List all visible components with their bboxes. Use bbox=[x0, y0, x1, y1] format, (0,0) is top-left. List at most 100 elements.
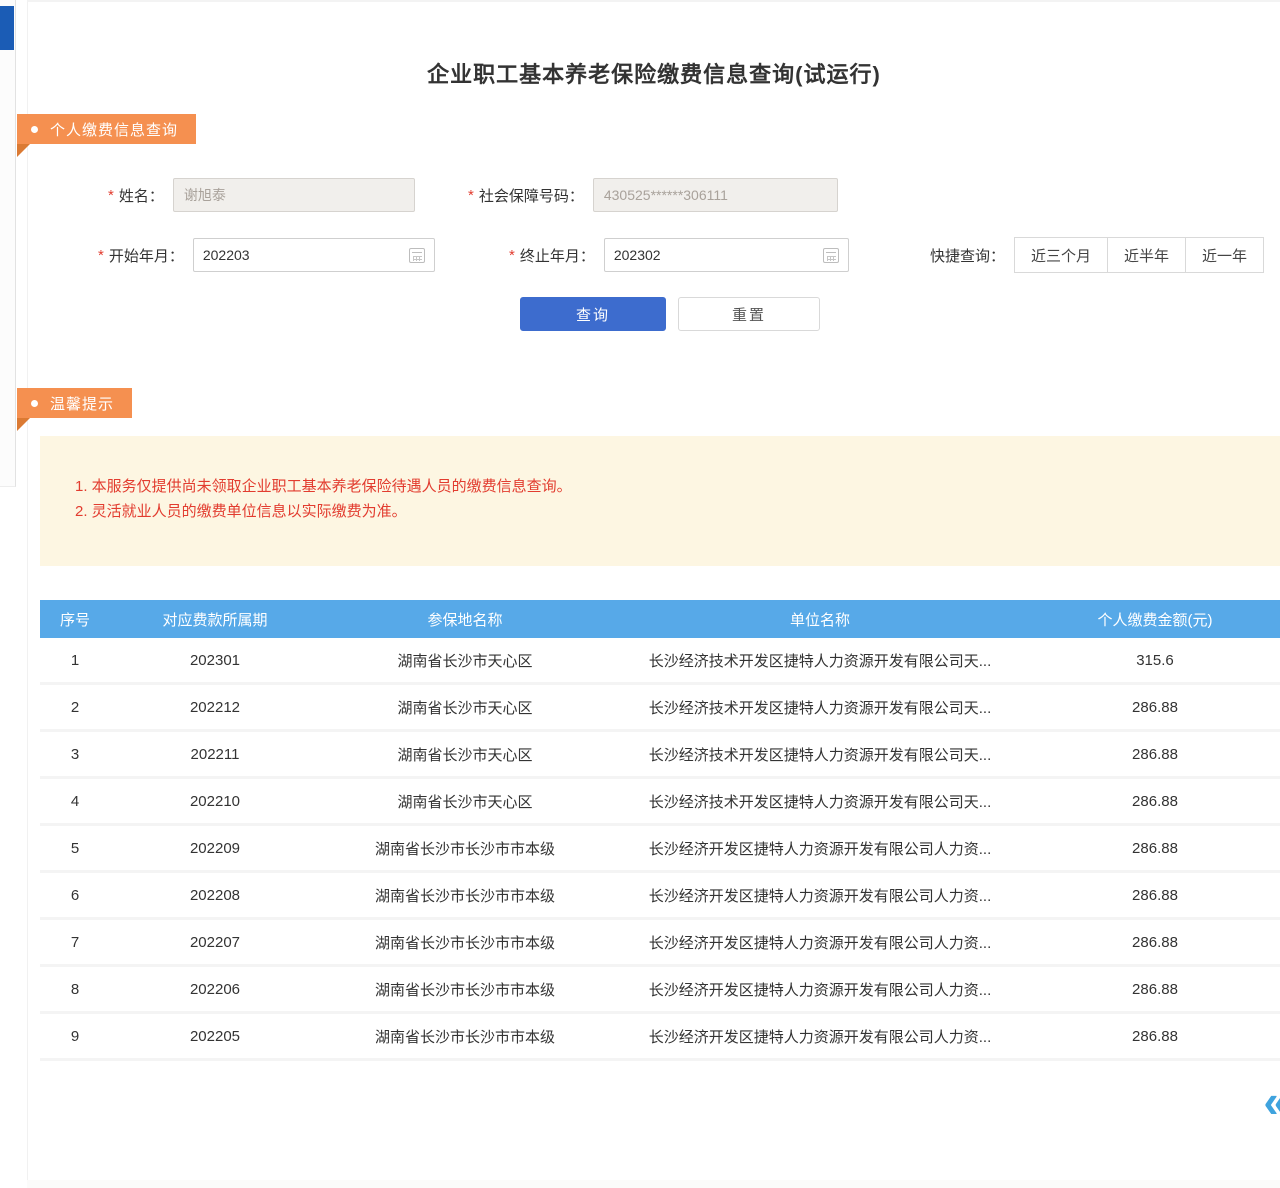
bottom-strip bbox=[27, 1180, 1280, 1188]
required-asterisk: * bbox=[509, 247, 515, 264]
cell-company: 长沙经济技术开发区捷特人力资源开发有限公司天... bbox=[610, 791, 1030, 812]
page-title: 企业职工基本养老保险缴费信息查询(试运行) bbox=[28, 57, 1280, 89]
cell-period: 202207 bbox=[110, 934, 320, 951]
cell-seq: 7 bbox=[40, 934, 110, 951]
cell-seq: 9 bbox=[40, 1028, 110, 1045]
end-month-input[interactable]: 202302 bbox=[604, 238, 849, 272]
ssn-label: 社会保障号码： bbox=[479, 185, 584, 206]
quick-query-label: 快捷查询： bbox=[930, 245, 1005, 266]
collapsed-sidebar-rail bbox=[0, 0, 16, 487]
end-month-field-group: * 终止年月： 202302 bbox=[509, 238, 849, 272]
table-row: 5 202209 湖南省长沙市长沙市市本级 长沙经济开发区捷特人力资源开发有限公… bbox=[40, 826, 1280, 873]
name-input bbox=[173, 178, 415, 212]
bullet-icon bbox=[31, 400, 38, 407]
name-field-group: * 姓名： bbox=[108, 178, 415, 212]
cell-seq: 3 bbox=[40, 746, 110, 763]
table-row: 7 202207 湖南省长沙市长沙市市本级 长沙经济开发区捷特人力资源开发有限公… bbox=[40, 920, 1280, 967]
cell-period: 202205 bbox=[110, 1028, 320, 1045]
section-badge-tips-label: 温馨提示 bbox=[50, 393, 114, 414]
cell-region: 湖南省长沙市天心区 bbox=[320, 791, 610, 812]
notice-box: 1. 本服务仅提供尚未领取企业职工基本养老保险待遇人员的缴费信息查询。 2. 灵… bbox=[40, 436, 1280, 566]
cell-seq: 2 bbox=[40, 699, 110, 716]
table-header-row: 序号 对应费款所属期 参保地名称 单位名称 个人缴费金额(元) bbox=[40, 600, 1280, 638]
calendar-icon[interactable] bbox=[823, 248, 839, 263]
start-month-label: 开始年月： bbox=[109, 245, 184, 266]
cell-amount: 286.88 bbox=[1030, 746, 1280, 763]
table-row: 4 202210 湖南省长沙市天心区 长沙经济技术开发区捷特人力资源开发有限公司… bbox=[40, 779, 1280, 826]
payment-table: 序号 对应费款所属期 参保地名称 单位名称 个人缴费金额(元) 1 202301… bbox=[40, 600, 1280, 1061]
cell-amount: 286.88 bbox=[1030, 699, 1280, 716]
cell-company: 长沙经济开发区捷特人力资源开发有限公司人力资... bbox=[610, 932, 1030, 953]
cell-region: 湖南省长沙市长沙市市本级 bbox=[320, 838, 610, 859]
cell-period: 202209 bbox=[110, 840, 320, 857]
cell-region: 湖南省长沙市天心区 bbox=[320, 697, 610, 718]
cell-period: 202211 bbox=[110, 746, 320, 763]
quick-filter-halfyear-button[interactable]: 近半年 bbox=[1107, 237, 1186, 273]
cell-company: 长沙经济技术开发区捷特人力资源开发有限公司天... bbox=[610, 650, 1030, 671]
quick-query-buttons: 近三个月 近半年 近一年 bbox=[1014, 237, 1264, 273]
cell-region: 湖南省长沙市天心区 bbox=[320, 744, 610, 765]
end-month-label: 终止年月： bbox=[520, 245, 595, 266]
table-row: 6 202208 湖南省长沙市长沙市市本级 长沙经济开发区捷特人力资源开发有限公… bbox=[40, 873, 1280, 920]
table-row: 1 202301 湖南省长沙市天心区 长沙经济技术开发区捷特人力资源开发有限公司… bbox=[40, 638, 1280, 685]
calendar-icon[interactable] bbox=[409, 248, 425, 263]
section-badge-tips: 温馨提示 bbox=[17, 388, 132, 418]
ribbon-fold bbox=[17, 144, 30, 157]
cell-region: 湖南省长沙市长沙市市本级 bbox=[320, 932, 610, 953]
start-month-field-group: * 开始年月： 202203 bbox=[98, 238, 435, 272]
cell-amount: 286.88 bbox=[1030, 1028, 1280, 1045]
start-month-value: 202203 bbox=[203, 247, 250, 263]
reset-button[interactable]: 重置 bbox=[678, 297, 820, 331]
cell-company: 长沙经济开发区捷特人力资源开发有限公司人力资... bbox=[610, 979, 1030, 1000]
cell-amount: 286.88 bbox=[1030, 793, 1280, 810]
section-badge-query: 个人缴费信息查询 bbox=[17, 114, 196, 144]
ribbon-fold bbox=[17, 418, 30, 431]
required-asterisk: * bbox=[108, 187, 114, 204]
cell-amount: 286.88 bbox=[1030, 887, 1280, 904]
cell-period: 202301 bbox=[110, 652, 320, 669]
cell-region: 湖南省长沙市长沙市市本级 bbox=[320, 979, 610, 1000]
table-row: 8 202206 湖南省长沙市长沙市市本级 长沙经济开发区捷特人力资源开发有限公… bbox=[40, 967, 1280, 1014]
table-row: 2 202212 湖南省长沙市天心区 长沙经济技术开发区捷特人力资源开发有限公司… bbox=[40, 685, 1280, 732]
start-month-input[interactable]: 202203 bbox=[193, 238, 435, 272]
cell-period: 202210 bbox=[110, 793, 320, 810]
notice-line-1: 1. 本服务仅提供尚未领取企业职工基本养老保险待遇人员的缴费信息查询。 bbox=[75, 474, 1280, 499]
cell-amount: 286.88 bbox=[1030, 981, 1280, 998]
header-region: 参保地名称 bbox=[320, 609, 610, 630]
notice-line-2: 2. 灵活就业人员的缴费单位信息以实际缴费为准。 bbox=[75, 499, 1280, 524]
header-company: 单位名称 bbox=[610, 609, 1030, 630]
required-asterisk: * bbox=[98, 247, 104, 264]
ssn-field-group: * 社会保障号码： bbox=[468, 178, 838, 212]
section-badge-query-label: 个人缴费信息查询 bbox=[50, 119, 178, 140]
quick-filter-1year-button[interactable]: 近一年 bbox=[1185, 237, 1264, 273]
cell-company: 长沙经济技术开发区捷特人力资源开发有限公司天... bbox=[610, 697, 1030, 718]
cell-company: 长沙经济开发区捷特人力资源开发有限公司人力资... bbox=[610, 1026, 1030, 1047]
table-row: 9 202205 湖南省长沙市长沙市市本级 长沙经济开发区捷特人力资源开发有限公… bbox=[40, 1014, 1280, 1061]
header-period: 对应费款所属期 bbox=[110, 609, 320, 630]
pension-query-page: 企业职工基本养老保险缴费信息查询(试运行) 个人缴费信息查询 * 姓名： * 社… bbox=[0, 0, 1280, 1188]
cell-period: 202212 bbox=[110, 699, 320, 716]
cell-company: 长沙经济开发区捷特人力资源开发有限公司人力资... bbox=[610, 885, 1030, 906]
query-button[interactable]: 查询 bbox=[520, 297, 666, 331]
quick-filter-3months-button[interactable]: 近三个月 bbox=[1014, 237, 1108, 273]
cell-company: 长沙经济开发区捷特人力资源开发有限公司人力资... bbox=[610, 838, 1030, 859]
cell-seq: 4 bbox=[40, 793, 110, 810]
cell-region: 湖南省长沙市长沙市市本级 bbox=[320, 1026, 610, 1047]
header-amount: 个人缴费金额(元) bbox=[1030, 609, 1280, 630]
cell-period: 202206 bbox=[110, 981, 320, 998]
quick-query-group: 快捷查询： 近三个月 近半年 近一年 bbox=[930, 237, 1264, 273]
bullet-icon bbox=[31, 126, 38, 133]
cell-seq: 6 bbox=[40, 887, 110, 904]
cell-company: 长沙经济技术开发区捷特人力资源开发有限公司天... bbox=[610, 744, 1030, 765]
cell-seq: 5 bbox=[40, 840, 110, 857]
table-row: 3 202211 湖南省长沙市天心区 长沙经济技术开发区捷特人力资源开发有限公司… bbox=[40, 732, 1280, 779]
cell-region: 湖南省长沙市天心区 bbox=[320, 650, 610, 671]
ssn-input bbox=[593, 178, 838, 212]
cell-amount: 315.6 bbox=[1030, 652, 1280, 669]
end-month-value: 202302 bbox=[614, 247, 661, 263]
sidebar-toggle-tab[interactable] bbox=[0, 6, 14, 50]
name-label: 姓名： bbox=[119, 185, 164, 206]
cell-amount: 286.88 bbox=[1030, 934, 1280, 951]
cell-period: 202208 bbox=[110, 887, 320, 904]
double-left-chevron-icon[interactable]: « bbox=[1263, 1078, 1280, 1124]
